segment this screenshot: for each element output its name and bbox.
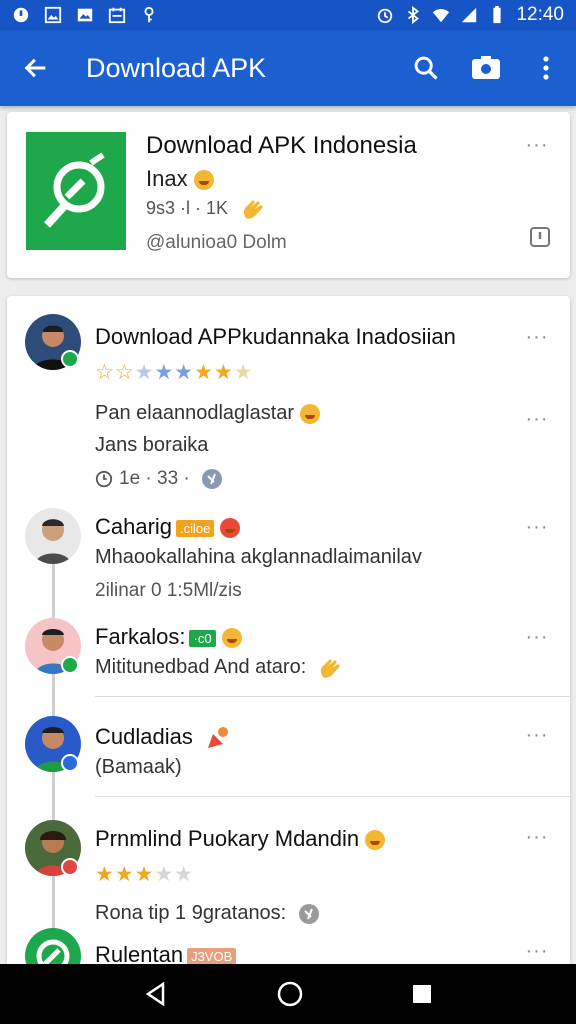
emoji-icon [365, 830, 386, 851]
globe-icon [202, 469, 223, 489]
emoji-icon [221, 628, 242, 649]
comment-meta: 1e · 33 · [95, 468, 223, 490]
divider [95, 696, 570, 697]
tag-badge: .ciloe [176, 519, 215, 537]
clock-icon [95, 470, 113, 488]
verified-badge-icon [61, 754, 79, 772]
camera-button[interactable] [456, 30, 516, 106]
nav-back-icon[interactable] [143, 981, 169, 1007]
page-title: Download APK [86, 52, 267, 83]
app-title: Download APK Indonesia [146, 132, 417, 159]
comment-more-icon[interactable]: ··· [522, 627, 552, 652]
comment-more-icon[interactable]: ··· [522, 827, 552, 852]
comment-author[interactable]: Prnmlind Puokary Mdandin [95, 826, 386, 852]
alarm-icon [378, 8, 393, 24]
status-time: 12:40 [516, 4, 564, 25]
comment-more-icon[interactable]: ··· [522, 327, 552, 352]
comment-author[interactable]: Download APPkudannaka Inadosiian [95, 324, 456, 350]
comment-text: Mhaookallahina akglannadlaimanilav [95, 546, 422, 568]
comment-text: (Bamaak) [95, 756, 182, 778]
overflow-menu-button[interactable] [516, 30, 576, 106]
app-header-card[interactable]: Download APK Indonesia Inax 9s3 ·l · 1K … [7, 112, 570, 278]
divider [95, 796, 570, 797]
app-meta: 9s3 ·l · 1K [146, 198, 265, 220]
comment-author[interactable]: Cudladias [95, 724, 231, 750]
app-logo-icon [44, 152, 105, 228]
comment-text: Mititunedbad And ataro: [95, 656, 342, 679]
calendar-icon [108, 7, 126, 24]
rating-stars: ★★★★★ [95, 863, 195, 886]
comment-text-line2: Jans boraika [95, 434, 209, 456]
comment-author[interactable]: Caharig .ciloe [95, 514, 241, 540]
search-icon [414, 56, 438, 80]
search-button[interactable] [396, 30, 456, 106]
tag-badge: J3VOB [187, 947, 237, 965]
comment-meta: 2ilinar 0 1:5Ml/zis [95, 580, 242, 601]
camera-icon [472, 56, 500, 79]
more-options-icon[interactable]: ··· [522, 135, 552, 160]
bookmark-icon[interactable] [528, 225, 552, 249]
verified-badge-icon [61, 350, 79, 368]
app-source: @alunioa0 Dolm [146, 232, 287, 253]
status-bar: 12:40 [0, 0, 576, 30]
emoji-icon [193, 170, 214, 191]
comment-text: Pan elaannodlaglastar [95, 402, 321, 425]
wave-hand-icon [320, 658, 340, 678]
more-vert-icon [543, 56, 549, 80]
notification-icon [13, 7, 29, 23]
comment-more-icon[interactable]: ··· [522, 517, 552, 542]
battery-icon [493, 6, 502, 24]
globe-icon [298, 903, 319, 924]
wave-hand-icon [243, 200, 264, 220]
key-icon [144, 6, 154, 23]
gallery-icon [77, 8, 93, 22]
navigation-bar [0, 964, 576, 1024]
app-subtitle: Inax [146, 166, 214, 192]
badge-icon [61, 858, 79, 876]
wifi-icon [433, 9, 450, 23]
signal-icon [462, 7, 477, 23]
comments-card: Download APPkudannaka Inadosiian ☆☆★★★★★… [7, 296, 570, 976]
avatar[interactable] [25, 508, 81, 564]
comment-author[interactable]: Farkalos: ·c0 [95, 624, 242, 650]
party-icon [207, 727, 228, 749]
bluetooth-icon [408, 6, 420, 24]
comment-more-icon[interactable]: ··· [522, 725, 552, 750]
emoji-icon [220, 518, 241, 539]
app-bar: Download APK [0, 30, 576, 106]
emoji-icon [300, 403, 321, 424]
nav-home-icon[interactable] [276, 980, 304, 1008]
verified-badge-icon [61, 656, 79, 674]
comment-more-icon[interactable]: ··· [522, 409, 552, 434]
image-icon [44, 6, 62, 24]
tag-badge: ·c0 [189, 629, 216, 647]
app-icon [26, 132, 126, 250]
comment-more-icon[interactable]: ··· [522, 941, 552, 966]
arrow-back-icon [24, 58, 46, 78]
nav-recents-icon[interactable] [411, 983, 433, 1005]
rating-stars: ☆☆★★★★★★ [95, 361, 254, 384]
back-button[interactable] [0, 30, 72, 106]
comment-text: Rona tip 1 9gratanos: [95, 902, 320, 925]
